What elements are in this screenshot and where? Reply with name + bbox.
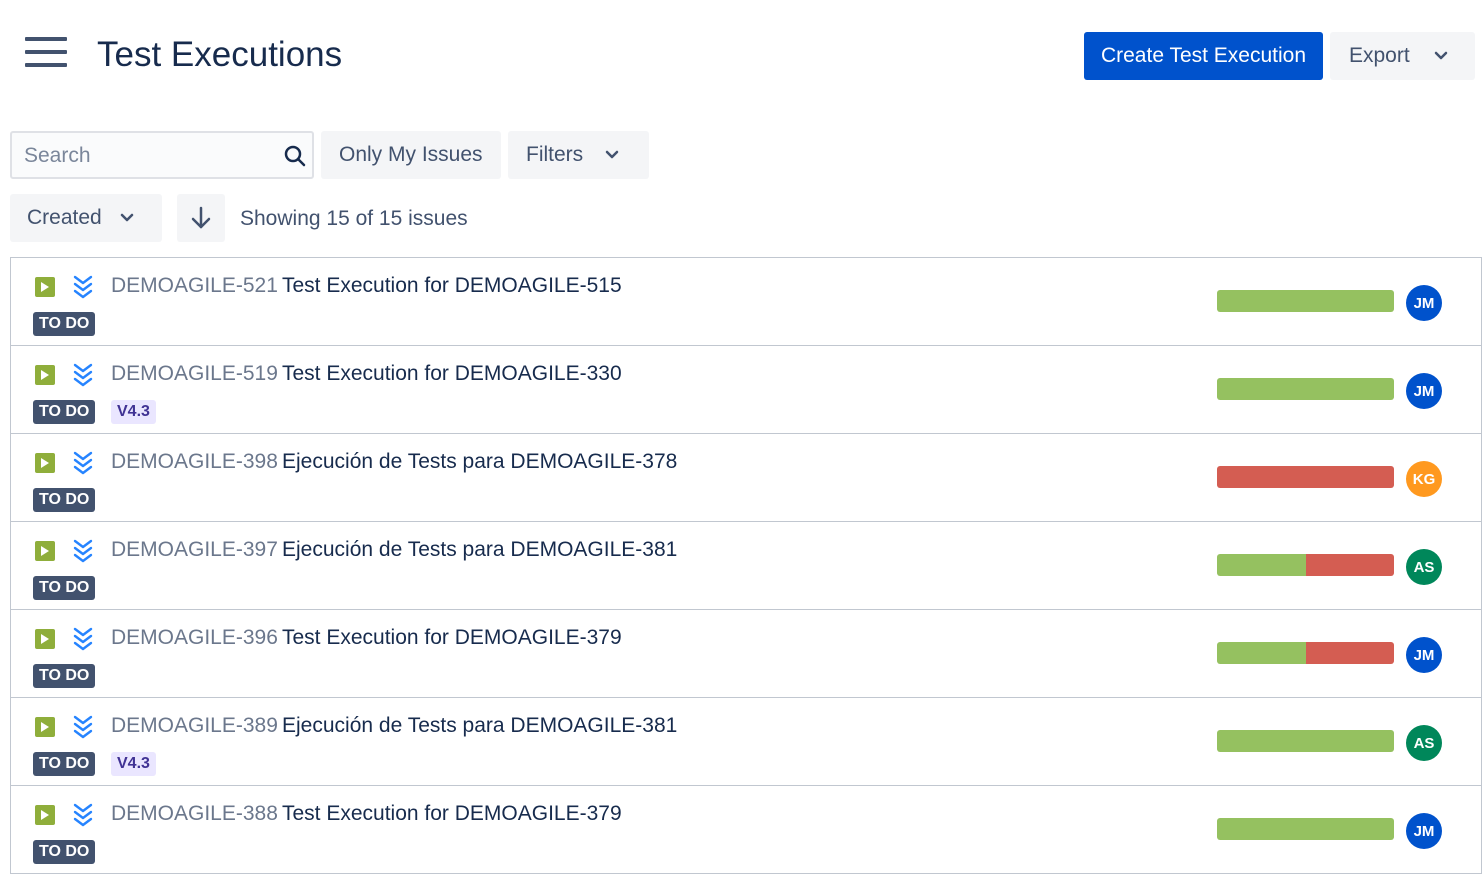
issue-row[interactable]: DEMOAGILE-397 Ejecución de Tests para DE… [11,522,1481,610]
assignee-avatar[interactable]: JM [1406,373,1442,409]
assignee-avatar[interactable]: AS [1406,549,1442,585]
export-label: Export [1349,44,1410,67]
issue-key[interactable]: DEMOAGILE-398 [111,450,278,474]
test-execution-type-icon [35,541,55,561]
priority-lowest-icon [73,803,93,832]
test-status-progress-bar [1217,466,1394,488]
filters-label: Filters [526,143,584,166]
progress-fail-segment [1305,642,1394,664]
issue-row[interactable]: DEMOAGILE-396 Test Execution for DEMOAGI… [11,610,1481,698]
priority-lowest-icon [73,627,93,656]
assignee-avatar[interactable]: JM [1406,637,1442,673]
test-execution-type-icon [35,365,55,385]
priority-lowest-icon [73,275,93,304]
issue-key[interactable]: DEMOAGILE-521 [111,274,278,298]
sort-direction-button[interactable] [177,194,225,242]
test-status-progress-bar [1217,554,1394,576]
progress-pass-segment [1217,290,1394,312]
export-button[interactable]: Export [1330,32,1475,80]
test-execution-type-icon [35,629,55,649]
test-status-progress-bar [1217,642,1394,664]
results-count: Showing 15 of 15 issues [240,207,468,230]
test-status-progress-bar [1217,290,1394,312]
progress-fail-segment [1217,466,1394,488]
search-icon[interactable] [284,145,306,172]
progress-pass-segment [1217,730,1394,752]
issue-summary[interactable]: Ejecución de Tests para DEMOAGILE-378 [282,450,677,474]
status-badge: TO DO [33,312,96,336]
progress-pass-segment [1217,554,1306,576]
search-field[interactable] [10,131,314,179]
issue-row[interactable]: DEMOAGILE-519 Test Execution for DEMOAGI… [11,346,1481,434]
only-my-issues-button[interactable]: Only My Issues [321,131,501,179]
issue-row[interactable]: DEMOAGILE-398 Ejecución de Tests para DE… [11,434,1481,522]
search-input[interactable] [22,141,276,171]
status-badge: TO DO [33,576,96,600]
priority-lowest-icon [73,451,93,480]
issue-summary[interactable]: Test Execution for DEMOAGILE-330 [282,362,622,386]
assignee-avatar[interactable]: KG [1406,461,1442,497]
test-status-progress-bar [1217,730,1394,752]
fix-version-badge: V4.3 [111,400,156,424]
priority-lowest-icon [73,539,93,568]
status-badge: TO DO [33,752,96,776]
assignee-avatar[interactable]: AS [1406,725,1442,761]
progress-pass-segment [1217,642,1306,664]
issue-row[interactable]: DEMOAGILE-389 Ejecución de Tests para DE… [11,698,1481,786]
issue-summary[interactable]: Test Execution for DEMOAGILE-379 [282,802,622,826]
issue-key[interactable]: DEMOAGILE-397 [111,538,278,562]
test-execution-type-icon [35,805,55,825]
fix-version-badge: V4.3 [111,752,156,776]
issue-key[interactable]: DEMOAGILE-388 [111,802,278,826]
issue-summary[interactable]: Test Execution for DEMOAGILE-379 [282,626,622,650]
test-status-progress-bar [1217,378,1394,400]
issue-summary[interactable]: Ejecución de Tests para DEMOAGILE-381 [282,538,677,562]
issue-row[interactable]: DEMOAGILE-388 Test Execution for DEMOAGI… [11,786,1481,874]
issue-key[interactable]: DEMOAGILE-519 [111,362,278,386]
chevron-down-icon [1434,49,1448,63]
priority-lowest-icon [73,715,93,744]
priority-lowest-icon [73,363,93,392]
status-badge: TO DO [33,840,96,864]
page-title: Test Executions [97,35,343,74]
status-badge: TO DO [33,400,96,424]
assignee-avatar[interactable]: JM [1406,813,1442,849]
assignee-avatar[interactable]: JM [1406,285,1442,321]
arrow-down-icon [191,206,211,229]
sort-field-dropdown[interactable]: Created [10,194,162,242]
test-execution-type-icon [35,453,55,473]
sort-field-label: Created [27,206,102,229]
progress-pass-segment [1217,818,1394,840]
issue-summary[interactable]: Ejecución de Tests para DEMOAGILE-381 [282,714,677,738]
test-execution-type-icon [35,717,55,737]
progress-pass-segment [1217,378,1394,400]
issue-key[interactable]: DEMOAGILE-389 [111,714,278,738]
test-execution-type-icon [35,277,55,297]
filters-button[interactable]: Filters [508,131,649,179]
issue-key[interactable]: DEMOAGILE-396 [111,626,278,650]
chevron-down-icon [120,211,134,225]
issue-summary[interactable]: Test Execution for DEMOAGILE-515 [282,274,622,298]
menu-hamburger-icon[interactable] [25,37,67,68]
issue-row[interactable]: DEMOAGILE-521 Test Execution for DEMOAGI… [11,258,1481,346]
test-status-progress-bar [1217,818,1394,840]
chevron-down-icon [605,148,619,162]
status-badge: TO DO [33,664,96,688]
status-badge: TO DO [33,488,96,512]
issue-list: DEMOAGILE-521 Test Execution for DEMOAGI… [10,257,1482,874]
progress-fail-segment [1305,554,1394,576]
create-test-execution-button[interactable]: Create Test Execution [1084,32,1323,80]
